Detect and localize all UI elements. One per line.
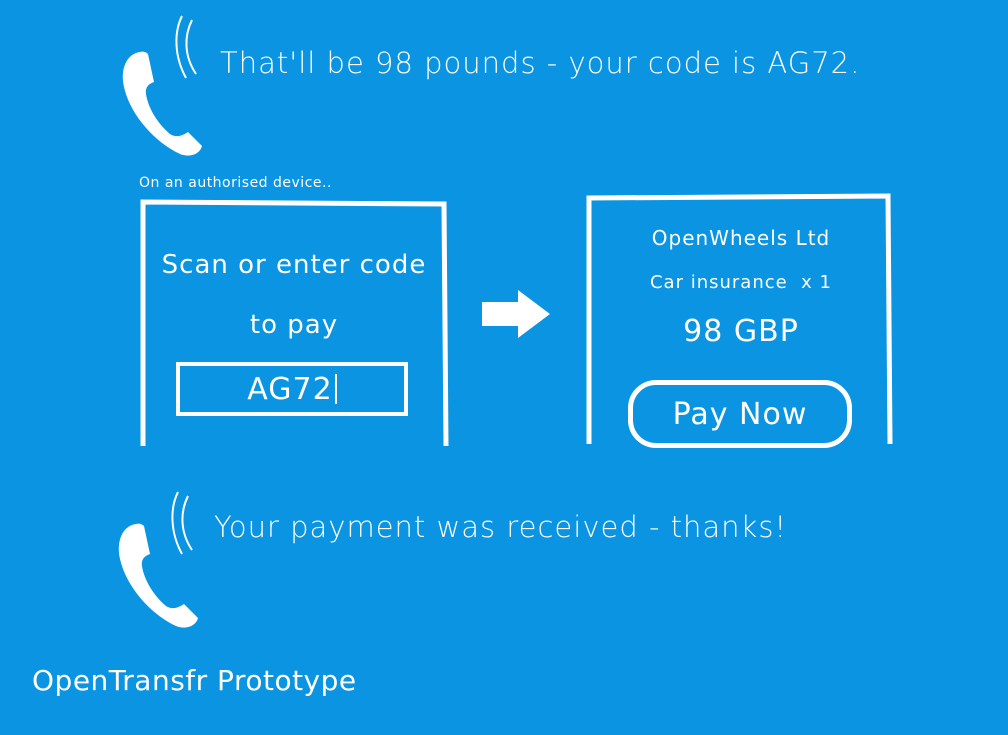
arrow-right-icon xyxy=(482,290,550,338)
call-message-top: That'll be 98 pounds - your code is AG72… xyxy=(220,46,861,80)
code-input-value: AG72 xyxy=(247,371,333,407)
sound-waves-icon xyxy=(175,15,197,79)
merchant-name: OpenWheels Ltd xyxy=(651,226,831,250)
scan-instruction-line1: Scan or enter code xyxy=(161,250,427,280)
item-quantity: x 1 xyxy=(801,272,832,293)
code-input[interactable]: AG72 xyxy=(176,362,408,416)
item-name: Car insurance xyxy=(649,272,788,293)
order-line: Car insurance x 1 xyxy=(592,272,890,293)
payment-amount: 98 GBP xyxy=(683,314,799,349)
call-message-bottom: Your payment was received - thanks! xyxy=(214,510,788,544)
scan-instruction-line2: to pay xyxy=(249,310,339,340)
prototype-title: OpenTransfr Prototype xyxy=(32,664,357,697)
sound-waves-icon xyxy=(171,491,193,555)
pay-now-button[interactable]: Pay Now xyxy=(628,380,852,448)
device-note: On an authorised device.. xyxy=(139,175,332,191)
text-cursor xyxy=(334,374,337,404)
